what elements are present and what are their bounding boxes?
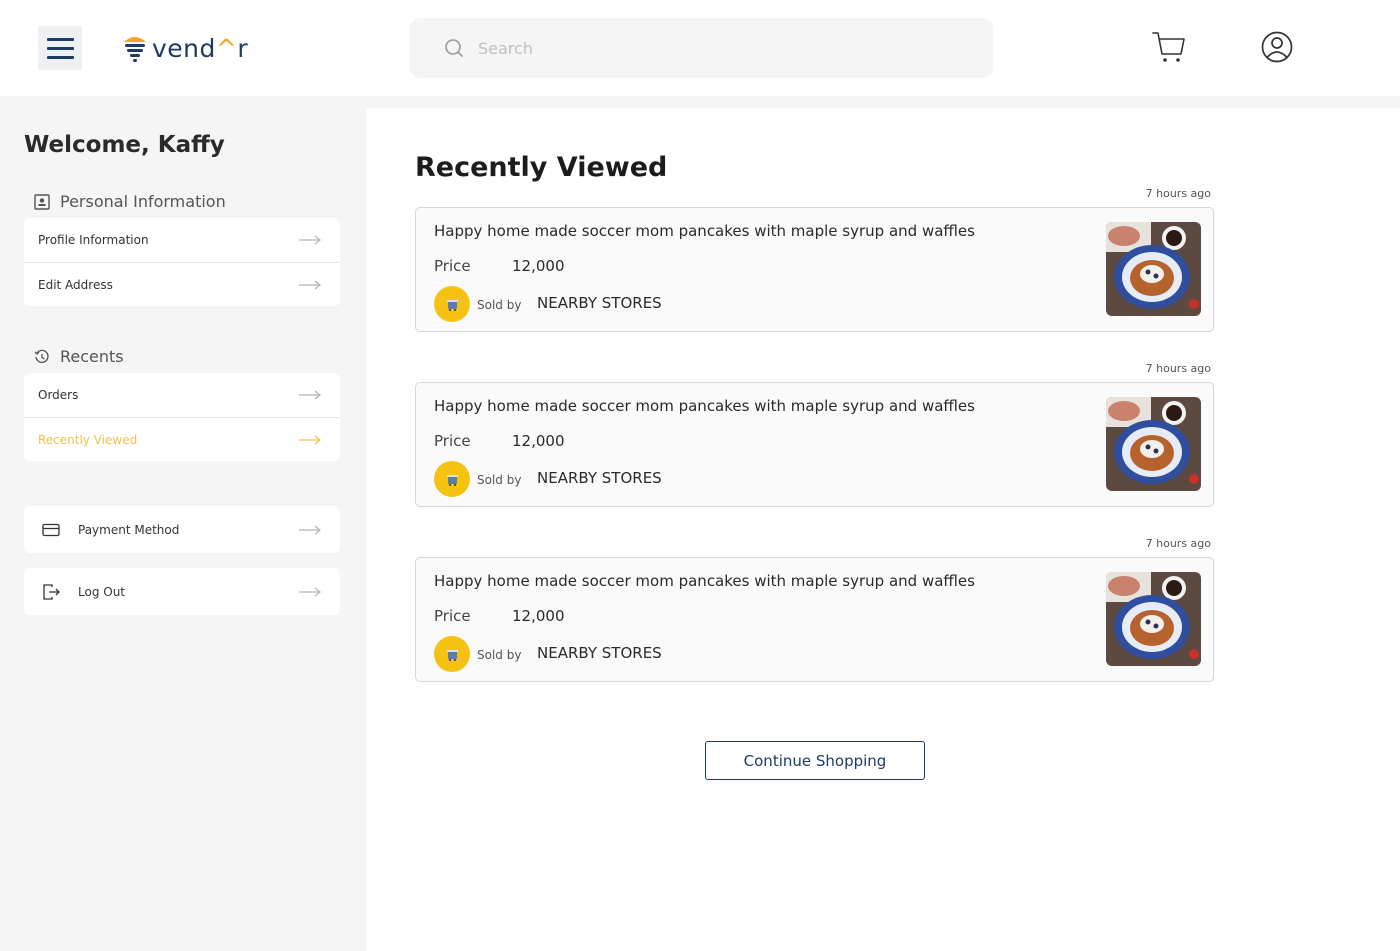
product-title: Happy home made soccer mom pancakes with…	[434, 572, 975, 590]
logout-icon	[43, 583, 60, 600]
search-bar[interactable]	[410, 18, 993, 78]
user-account-icon[interactable]	[1260, 30, 1294, 64]
logo-wordmark: vend^r	[152, 33, 249, 63]
profile-card-icon	[34, 193, 50, 210]
recents-title: Recents	[60, 347, 124, 366]
price-label: Price	[434, 432, 471, 450]
menu-item-label: Orders	[38, 388, 79, 402]
logo-mark-icon	[124, 37, 146, 62]
history-icon	[34, 349, 49, 363]
store-logo-icon	[434, 286, 470, 322]
arrow-right-icon	[299, 435, 321, 444]
sold-by-label: Sold by	[477, 298, 522, 312]
arrow-right-icon	[299, 390, 321, 400]
vendar-logo[interactable]: vend^r	[122, 30, 248, 66]
search-input[interactable]	[478, 38, 958, 58]
page-title: Recently Viewed	[415, 152, 668, 183]
product-image	[1106, 572, 1201, 666]
product-card[interactable]: Happy home made soccer mom pancakes with…	[415, 557, 1214, 682]
product-image	[1106, 397, 1201, 491]
price-value: 12,000	[512, 607, 565, 625]
arrow-right-icon	[299, 525, 321, 534]
welcome-heading: Welcome, Kaffy	[24, 132, 225, 158]
personal-info-title: Personal Information	[60, 192, 226, 211]
payment-method-link[interactable]: Payment Method	[24, 506, 340, 553]
price-label: Price	[434, 257, 471, 275]
personal-info-menu: Profile Information Edit Address	[24, 218, 340, 306]
menu-bar	[46, 55, 74, 59]
recents-heading: Recents	[34, 347, 124, 366]
store-logo-icon	[434, 636, 470, 672]
menu-icon[interactable]	[38, 26, 82, 70]
log-out-link[interactable]: Log Out	[24, 568, 340, 615]
arrow-right-icon	[299, 235, 321, 245]
orders-link[interactable]: Orders	[24, 373, 340, 417]
top-header: vend^r	[0, 0, 1400, 96]
sold-by-label: Sold by	[477, 648, 522, 662]
menu-bar	[46, 37, 74, 41]
product-image	[1106, 222, 1201, 316]
credit-card-icon	[42, 523, 60, 536]
menu-item-label: Edit Address	[38, 277, 113, 292]
menu-item-label: Payment Method	[78, 522, 180, 537]
viewed-timestamp: 7 hours ago	[1145, 362, 1211, 375]
store-name: NEARBY STORES	[537, 294, 662, 312]
viewed-timestamp: 7 hours ago	[1145, 537, 1211, 550]
price-label: Price	[434, 607, 471, 625]
product-title: Happy home made soccer mom pancakes with…	[434, 222, 975, 240]
price-value: 12,000	[512, 432, 565, 450]
profile-information-link[interactable]: Profile Information	[24, 218, 340, 262]
sold-by-label: Sold by	[477, 473, 522, 487]
edit-address-link[interactable]: Edit Address	[24, 262, 340, 306]
search-icon	[445, 39, 463, 57]
menu-item-label: Log Out	[78, 584, 126, 599]
continue-shopping-button[interactable]: Continue Shopping	[705, 741, 925, 780]
store-logo-icon	[434, 461, 470, 497]
arrow-right-icon	[299, 280, 321, 289]
store-name: NEARBY STORES	[537, 469, 662, 487]
product-card[interactable]: Happy home made soccer mom pancakes with…	[415, 382, 1214, 507]
product-title: Happy home made soccer mom pancakes with…	[434, 397, 975, 415]
price-value: 12,000	[512, 257, 565, 275]
menu-item-label: Profile Information	[38, 233, 149, 247]
recents-menu: Orders Recently Viewed	[24, 373, 340, 461]
menu-item-label: Recently Viewed	[38, 432, 138, 447]
recently-viewed-link[interactable]: Recently Viewed	[24, 417, 340, 461]
arrow-right-icon	[299, 587, 321, 596]
product-card[interactable]: Happy home made soccer mom pancakes with…	[415, 207, 1214, 332]
menu-bar	[46, 46, 74, 50]
cart-icon[interactable]	[1150, 28, 1188, 66]
viewed-timestamp: 7 hours ago	[1145, 187, 1211, 200]
personal-info-heading: Personal Information	[34, 192, 226, 211]
store-name: NEARBY STORES	[537, 644, 662, 662]
